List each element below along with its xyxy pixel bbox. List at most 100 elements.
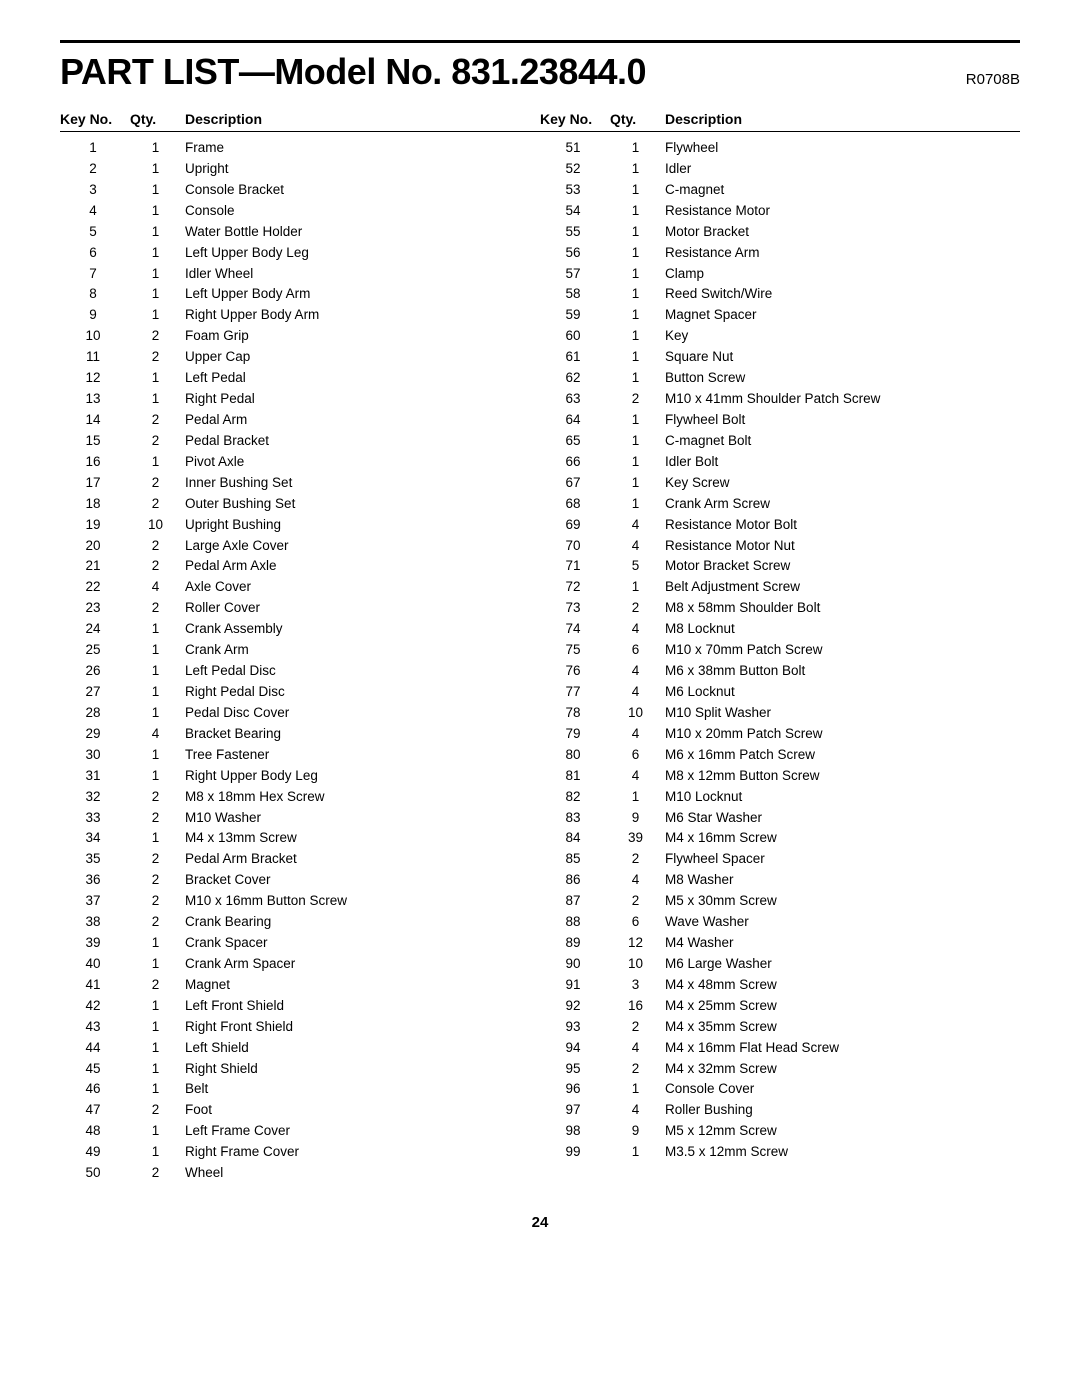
part-desc: M8 Locknut (665, 619, 1020, 640)
table-row: 14 2 Pedal Arm (60, 410, 540, 431)
part-keyno: 40 (60, 954, 130, 975)
table-row: 57 1 Clamp (540, 264, 1020, 285)
part-desc: Flywheel Bolt (665, 410, 1020, 431)
table-row: 33 2 M10 Washer (60, 808, 540, 829)
part-qty: 2 (130, 1100, 185, 1121)
part-keyno: 4 (60, 201, 130, 222)
part-keyno: 59 (540, 305, 610, 326)
part-desc: Frame (185, 138, 540, 159)
part-keyno: 2 (60, 159, 130, 180)
table-row: 43 1 Right Front Shield (60, 1017, 540, 1038)
part-keyno: 8 (60, 284, 130, 305)
part-keyno: 69 (540, 515, 610, 536)
part-qty: 1 (130, 368, 185, 389)
part-qty: 1 (130, 766, 185, 787)
table-row: 25 1 Crank Arm (60, 640, 540, 661)
part-qty: 2 (130, 870, 185, 891)
table-row: 77 4 M6 Locknut (540, 682, 1020, 703)
part-keyno: 78 (540, 703, 610, 724)
part-keyno: 71 (540, 556, 610, 577)
part-qty: 39 (610, 828, 665, 849)
part-qty: 4 (610, 870, 665, 891)
table-row: 51 1 Flywheel (540, 138, 1020, 159)
table-row: 84 39 M4 x 16mm Screw (540, 828, 1020, 849)
part-keyno: 99 (540, 1142, 610, 1163)
part-desc: Left Upper Body Leg (185, 243, 540, 264)
table-row: 20 2 Large Axle Cover (60, 536, 540, 557)
part-qty: 4 (610, 536, 665, 557)
part-qty: 1 (610, 201, 665, 222)
part-desc: Pedal Bracket (185, 431, 540, 452)
part-desc: Tree Fastener (185, 745, 540, 766)
part-qty: 4 (610, 682, 665, 703)
part-keyno: 16 (60, 452, 130, 473)
part-desc: Right Upper Body Leg (185, 766, 540, 787)
part-qty: 1 (610, 159, 665, 180)
table-row: 50 2 Wheel (60, 1163, 540, 1184)
part-desc: Square Nut (665, 347, 1020, 368)
part-keyno: 39 (60, 933, 130, 954)
part-qty: 1 (130, 954, 185, 975)
part-qty: 1 (610, 347, 665, 368)
part-desc: Right Front Shield (185, 1017, 540, 1038)
part-keyno: 86 (540, 870, 610, 891)
part-desc: M6 x 38mm Button Bolt (665, 661, 1020, 682)
part-keyno: 96 (540, 1079, 610, 1100)
part-keyno: 12 (60, 368, 130, 389)
part-keyno: 77 (540, 682, 610, 703)
part-desc: Roller Cover (185, 598, 540, 619)
left-keyno-header: Key No. (60, 111, 130, 127)
part-desc: Left Shield (185, 1038, 540, 1059)
part-keyno: 66 (540, 452, 610, 473)
part-keyno: 41 (60, 975, 130, 996)
part-keyno: 19 (60, 515, 130, 536)
table-row: 59 1 Magnet Spacer (540, 305, 1020, 326)
part-keyno: 67 (540, 473, 610, 494)
part-qty: 2 (130, 912, 185, 933)
left-qty-header: Qty. (130, 111, 185, 127)
part-keyno: 42 (60, 996, 130, 1017)
part-qty: 2 (610, 1017, 665, 1038)
table-row: 45 1 Right Shield (60, 1059, 540, 1080)
part-keyno: 84 (540, 828, 610, 849)
table-row: 22 4 Axle Cover (60, 577, 540, 598)
part-keyno: 98 (540, 1121, 610, 1142)
part-keyno: 63 (540, 389, 610, 410)
part-keyno: 89 (540, 933, 610, 954)
part-qty: 1 (130, 1038, 185, 1059)
part-qty: 9 (610, 808, 665, 829)
part-desc: Crank Spacer (185, 933, 540, 954)
part-keyno: 72 (540, 577, 610, 598)
part-keyno: 55 (540, 222, 610, 243)
part-keyno: 38 (60, 912, 130, 933)
part-qty: 1 (610, 368, 665, 389)
table-row: 89 12 M4 Washer (540, 933, 1020, 954)
table-row: 56 1 Resistance Arm (540, 243, 1020, 264)
table-row: 62 1 Button Screw (540, 368, 1020, 389)
part-desc: Left Pedal (185, 368, 540, 389)
part-keyno: 5 (60, 222, 130, 243)
part-qty: 1 (130, 1059, 185, 1080)
part-qty: 1 (610, 138, 665, 159)
table-row: 81 4 M8 x 12mm Button Screw (540, 766, 1020, 787)
part-desc: M4 x 32mm Screw (665, 1059, 1020, 1080)
part-qty: 1 (610, 452, 665, 473)
table-row: 63 2 M10 x 41mm Shoulder Patch Screw (540, 389, 1020, 410)
part-keyno: 14 (60, 410, 130, 431)
part-keyno: 17 (60, 473, 130, 494)
part-keyno: 32 (60, 787, 130, 808)
part-desc: Crank Arm Spacer (185, 954, 540, 975)
table-row: 49 1 Right Frame Cover (60, 1142, 540, 1163)
table-row: 36 2 Bracket Cover (60, 870, 540, 891)
part-desc: M10 x 41mm Shoulder Patch Screw (665, 389, 1020, 410)
part-desc: Console Bracket (185, 180, 540, 201)
part-desc: Large Axle Cover (185, 536, 540, 557)
table-row: 2 1 Upright (60, 159, 540, 180)
part-qty: 2 (130, 494, 185, 515)
part-desc: M5 x 12mm Screw (665, 1121, 1020, 1142)
table-row: 6 1 Left Upper Body Leg (60, 243, 540, 264)
part-desc: M4 x 35mm Screw (665, 1017, 1020, 1038)
table-row: 11 2 Upper Cap (60, 347, 540, 368)
part-qty: 1 (610, 243, 665, 264)
part-desc: M4 x 13mm Screw (185, 828, 540, 849)
